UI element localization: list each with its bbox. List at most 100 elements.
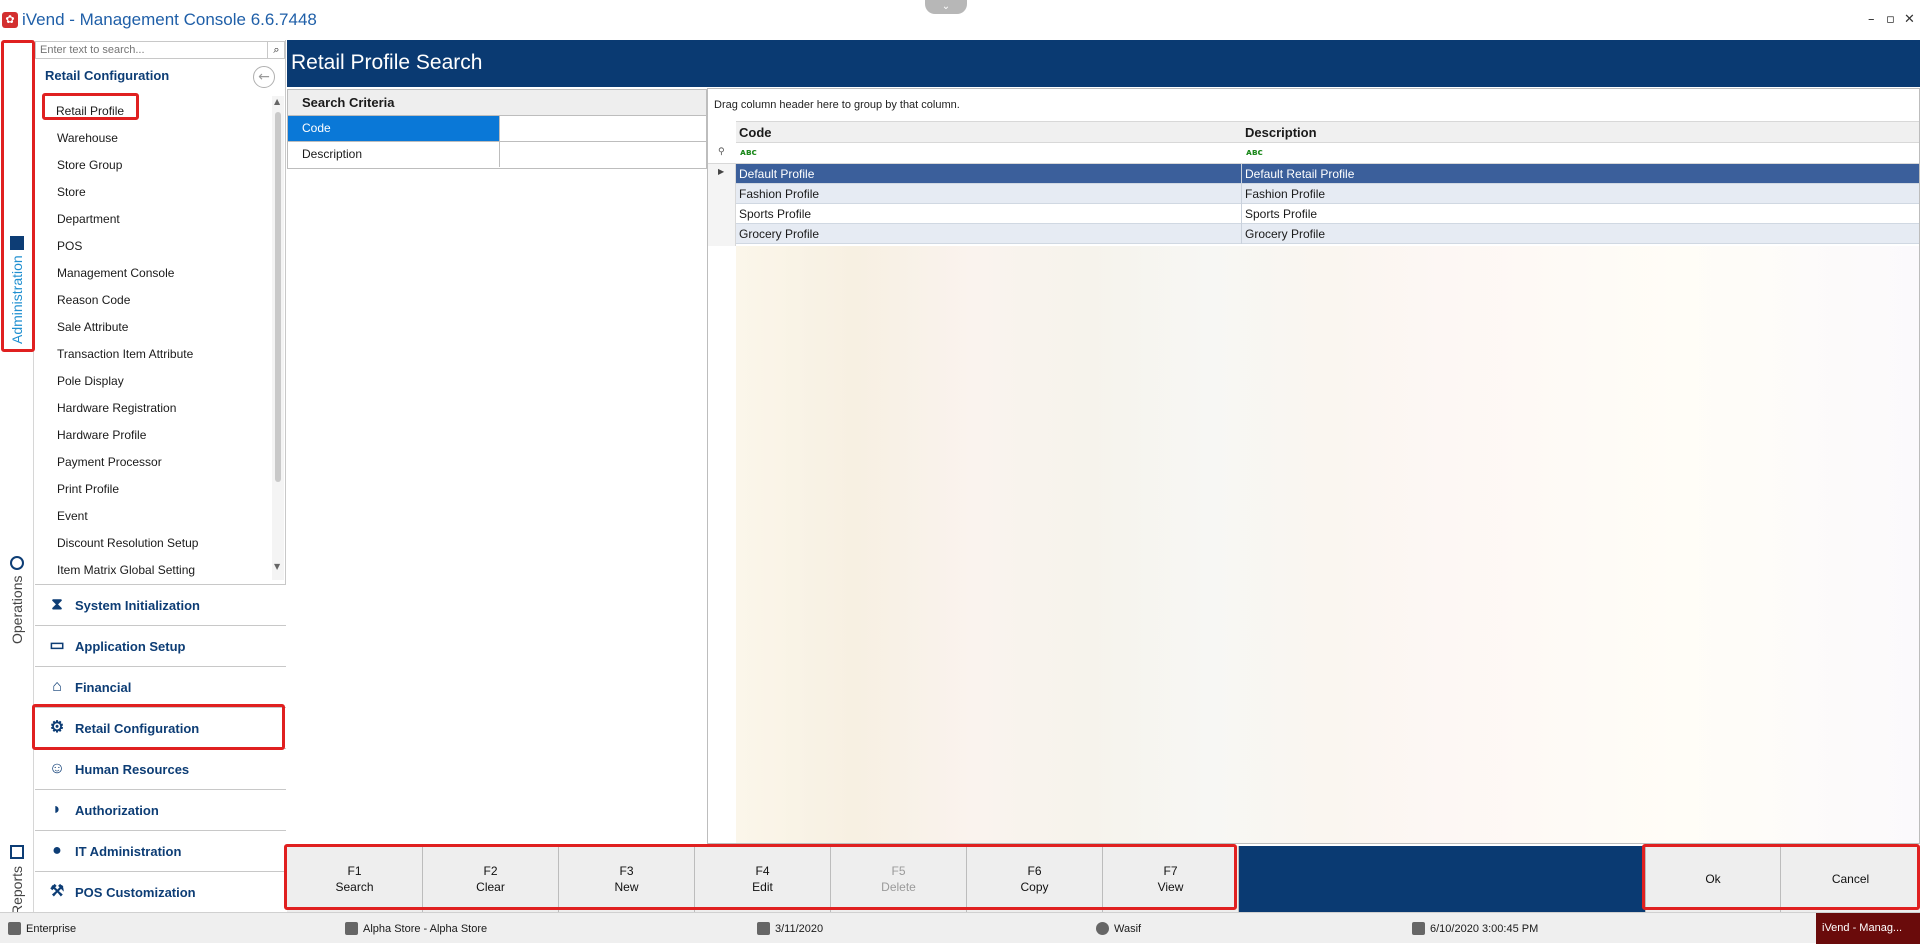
- nav-item-retail-profile[interactable]: Retail Profile: [56, 104, 124, 118]
- code-filter-cell[interactable]: ᴀʙc: [740, 148, 757, 158]
- current-row-arrow-icon: ▶: [718, 167, 725, 176]
- section-label: Application Setup: [75, 638, 186, 654]
- scroll-up-icon[interactable]: ▲: [274, 97, 280, 106]
- cell-divider: [1241, 184, 1242, 204]
- f2-key: F2: [483, 864, 498, 878]
- status-date-text: 3/11/2020: [775, 922, 824, 935]
- section-label: System Initialization: [75, 597, 200, 613]
- status-edition: Enterprise: [8, 922, 76, 935]
- table-row[interactable]: Grocery Profile Grocery Profile: [736, 224, 1919, 244]
- f3-new-button[interactable]: F3 New: [559, 846, 695, 912]
- cell-divider: [1241, 224, 1242, 244]
- section-system-initialization[interactable]: ⧗ System Initialization: [35, 584, 286, 625]
- restore-button[interactable]: ▫: [1886, 12, 1895, 27]
- shield-icon: ◗: [52, 801, 62, 818]
- nav-item-item-matrix-global-setting[interactable]: Item Matrix Global Setting: [57, 563, 195, 577]
- status-store: Alpha Store - Alpha Store: [345, 922, 487, 935]
- nav-item-hardware-registration[interactable]: Hardware Registration: [57, 401, 176, 415]
- cell-description: Grocery Profile: [1245, 227, 1326, 241]
- section-application-setup[interactable]: ▭ Application Setup: [35, 625, 286, 666]
- collapse-chevron-icon[interactable]: ⌄: [925, 0, 967, 14]
- status-business-date: 3/11/2020: [757, 922, 823, 935]
- scroll-down-icon[interactable]: ▼: [274, 562, 280, 571]
- nav-item-pole-display[interactable]: Pole Display: [57, 374, 124, 388]
- f6-copy-button[interactable]: F6 Copy: [967, 846, 1103, 912]
- tab-operations[interactable]: Operations: [2, 520, 32, 680]
- nav-scrollbar-thumb[interactable]: [275, 112, 281, 482]
- f5-key: F5: [891, 864, 906, 878]
- status-bar: Enterprise Alpha Store - Alpha Store 3/1…: [0, 912, 1920, 944]
- cell-description: Default Retail Profile: [1245, 167, 1355, 181]
- nav-item-hardware-profile[interactable]: Hardware Profile: [57, 428, 146, 442]
- tab-reports-label: Reports: [9, 865, 25, 915]
- calendar-icon: [757, 922, 770, 935]
- section-pos-customization[interactable]: ⚒ POS Customization: [35, 871, 286, 912]
- building-icon: [10, 235, 24, 250]
- nav-item-store-group[interactable]: Store Group: [57, 158, 122, 172]
- taskbar-app-button[interactable]: iVend - Manag...: [1816, 913, 1920, 944]
- code-field[interactable]: [500, 116, 706, 141]
- f6-label: Copy: [1020, 880, 1049, 894]
- nav-item-department[interactable]: Department: [57, 212, 120, 226]
- f7-label: View: [1157, 880, 1184, 894]
- cell-code: Grocery Profile: [739, 227, 820, 241]
- grid-filter-row: ⚲ ᴀʙc ᴀʙc: [708, 144, 1919, 164]
- f1-key: F1: [347, 864, 362, 878]
- table-row[interactable]: Fashion Profile Fashion Profile: [736, 184, 1919, 204]
- f4-edit-button[interactable]: F4 Edit: [695, 846, 831, 912]
- people-icon: ☺: [48, 760, 66, 777]
- column-header-code[interactable]: Code: [739, 125, 772, 140]
- section-label: Human Resources: [75, 761, 190, 777]
- nav-item-reason-code[interactable]: Reason Code: [57, 293, 130, 307]
- tab-administration-label: Administration: [9, 255, 25, 345]
- nav-item-event[interactable]: Event: [57, 509, 88, 523]
- ok-button[interactable]: Ok: [1645, 846, 1781, 912]
- nav-item-store[interactable]: Store: [57, 185, 86, 199]
- nav-item-transaction-item-attribute[interactable]: Transaction Item Attribute: [57, 347, 193, 361]
- cell-code: Fashion Profile: [739, 187, 820, 201]
- f5-delete-button[interactable]: F5 Delete: [831, 846, 967, 912]
- nav-item-management-console[interactable]: Management Console: [57, 266, 174, 280]
- nav-search-input[interactable]: [35, 41, 285, 59]
- section-label: IT Administration: [75, 843, 182, 859]
- pos-icon: ⚒: [49, 883, 65, 900]
- filter-pin-icon: ⚲: [718, 147, 725, 157]
- search-criteria-header: Search Criteria: [288, 90, 706, 116]
- tab-administration[interactable]: Administration: [2, 190, 32, 390]
- nav-item-pos[interactable]: POS: [57, 239, 82, 253]
- nav-item-payment-processor[interactable]: Payment Processor: [57, 455, 162, 469]
- nav-item-sale-attribute[interactable]: Sale Attribute: [57, 320, 128, 334]
- column-header-description[interactable]: Description: [1245, 125, 1317, 140]
- section-it-administration[interactable]: ● IT Administration: [35, 830, 286, 871]
- section-authorization[interactable]: ◗ Authorization: [35, 789, 286, 830]
- table-row[interactable]: Sports Profile Sports Profile: [736, 204, 1919, 224]
- nav-item-discount-resolution-setup[interactable]: Discount Resolution Setup: [57, 536, 198, 550]
- function-button-bar: F1 Search F2 Clear F3 New F4 Edit F5 Del…: [287, 846, 1920, 912]
- nav-item-print-profile[interactable]: Print Profile: [57, 482, 119, 496]
- search-icon[interactable]: ⌕: [267, 41, 285, 59]
- section-label: Financial: [75, 679, 132, 695]
- description-filter-cell[interactable]: ᴀʙc: [1246, 148, 1263, 158]
- back-arrow-icon[interactable]: ←: [253, 66, 275, 88]
- table-row[interactable]: Default Profile Default Retail Profile: [736, 164, 1919, 184]
- close-button[interactable]: ✕: [1904, 12, 1915, 27]
- report-icon: [10, 845, 24, 860]
- f2-clear-button[interactable]: F2 Clear: [423, 846, 559, 912]
- nav-item-warehouse[interactable]: Warehouse: [57, 131, 118, 145]
- f5-label: Delete: [881, 880, 916, 894]
- section-human-resources[interactable]: ☺ Human Resources: [35, 748, 286, 789]
- bank-icon: ⌂: [52, 678, 62, 695]
- admin-user-icon: ●: [52, 842, 62, 859]
- f6-key: F6: [1027, 864, 1042, 878]
- section-retail-configuration[interactable]: ⚙ Retail Configuration: [35, 707, 286, 748]
- cancel-button[interactable]: Cancel: [1781, 846, 1920, 912]
- section-label: Authorization: [75, 802, 159, 818]
- user-icon: [1096, 922, 1109, 935]
- minimize-button[interactable]: –: [1868, 12, 1875, 27]
- description-field[interactable]: [500, 142, 706, 167]
- f7-view-button[interactable]: F7 View: [1103, 846, 1239, 912]
- f1-search-button[interactable]: F1 Search: [287, 846, 423, 912]
- section-financial[interactable]: ⌂ Financial: [35, 666, 286, 707]
- status-datetime-text: 6/10/2020 3:00:45 PM: [1430, 922, 1539, 935]
- nav-section-title: Retail Configuration: [45, 68, 170, 83]
